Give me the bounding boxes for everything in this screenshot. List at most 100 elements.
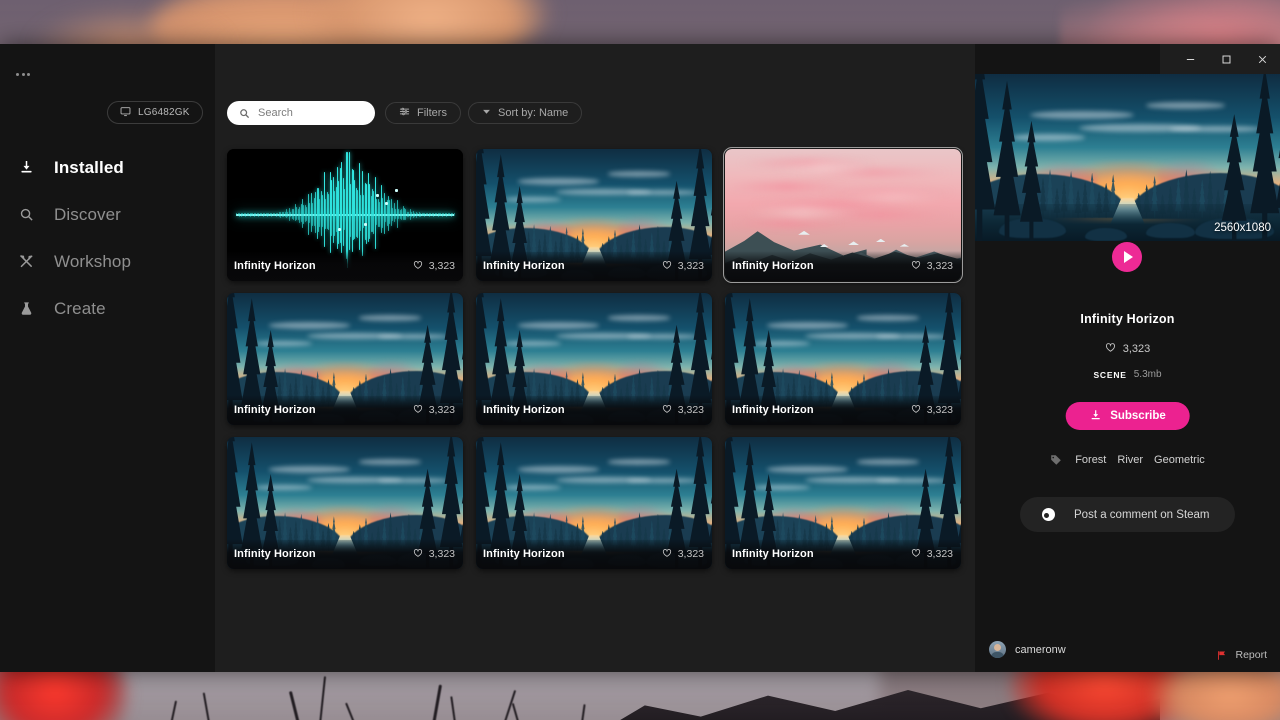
download-icon bbox=[1089, 409, 1101, 424]
resolution-label: 2560x1080 bbox=[1214, 222, 1271, 234]
avatar bbox=[989, 641, 1006, 658]
monitor-label: LG6482GK bbox=[138, 107, 190, 118]
tag-item[interactable]: River bbox=[1117, 454, 1143, 466]
steam-icon bbox=[1042, 508, 1055, 521]
card-likes-count: 3,323 bbox=[677, 548, 704, 560]
sidebar-nav: Installed Discover Workshop Create bbox=[0, 144, 215, 332]
card-info-bar: Infinity Horizon 3,323 bbox=[476, 251, 712, 281]
wallpaper-card[interactable]: Infinity Horizon 3,323 bbox=[227, 149, 463, 281]
card-likes: 3,323 bbox=[662, 404, 704, 417]
sidebar-item-label: Create bbox=[54, 298, 106, 318]
wallpaper-type-label: SCENE bbox=[1093, 369, 1127, 380]
post-comment-button[interactable]: Post a comment on Steam bbox=[1020, 497, 1235, 532]
card-likes-count: 3,323 bbox=[428, 404, 455, 416]
card-likes-count: 3,323 bbox=[926, 404, 953, 416]
heart-icon bbox=[911, 548, 921, 561]
card-likes-count: 3,323 bbox=[926, 260, 953, 272]
wallpaper-card[interactable]: Infinity Horizon 3,323 bbox=[476, 149, 712, 281]
card-title: Infinity Horizon bbox=[483, 260, 565, 272]
tools-icon bbox=[16, 254, 36, 269]
author-info[interactable]: cameronw bbox=[989, 641, 1066, 658]
wallpaper-card[interactable]: Infinity Horizon 3,323 bbox=[725, 293, 961, 425]
card-likes: 3,323 bbox=[911, 404, 953, 417]
sidebar-item-label: Discover bbox=[54, 204, 121, 224]
sidebar-item-discover[interactable]: Discover bbox=[0, 191, 215, 238]
maximize-button[interactable] bbox=[1208, 44, 1244, 74]
report-button[interactable]: Report bbox=[1216, 649, 1267, 661]
wallpaper-card[interactable]: Infinity Horizon 3,323 bbox=[476, 293, 712, 425]
wallpaper-card[interactable]: Infinity Horizon 3,323 bbox=[476, 437, 712, 569]
panel-likes-count: 3,323 bbox=[1122, 343, 1151, 355]
card-likes-count: 3,323 bbox=[677, 260, 704, 272]
search-icon bbox=[239, 108, 250, 119]
filter-icon bbox=[399, 106, 410, 120]
sidebar: LG6482GK Installed Discover Workshop Cre… bbox=[0, 44, 215, 672]
card-likes-count: 3,323 bbox=[926, 548, 953, 560]
sidebar-item-create[interactable]: Create bbox=[0, 285, 215, 332]
wallpaper-card[interactable]: Infinity Horizon 3,323 bbox=[725, 437, 961, 569]
wallpaper-engine-window: LG6482GK Installed Discover Workshop Cre… bbox=[0, 44, 1280, 672]
card-info-bar: Infinity Horizon 3,323 bbox=[227, 539, 463, 569]
window-controls bbox=[1160, 44, 1280, 74]
close-button[interactable] bbox=[1244, 44, 1280, 74]
play-preview-button[interactable] bbox=[1112, 242, 1142, 272]
card-likes: 3,323 bbox=[911, 548, 953, 561]
forest-sunset-artwork bbox=[975, 74, 1280, 241]
heart-icon bbox=[911, 260, 921, 273]
sidebar-item-workshop[interactable]: Workshop bbox=[0, 238, 215, 285]
panel-title: Infinity Horizon bbox=[1080, 312, 1175, 326]
wallpaper-card[interactable]: Infinity Horizon 3,323 bbox=[227, 437, 463, 569]
chevron-down-icon bbox=[482, 107, 491, 119]
sidebar-item-label: Workshop bbox=[54, 251, 132, 271]
panel-metadata: SCENE 5.3mb bbox=[975, 369, 1280, 380]
sort-button[interactable]: Sort by: Name bbox=[468, 102, 583, 124]
monitor-icon bbox=[120, 106, 131, 120]
wallpaper-size-label: 5.3mb bbox=[1133, 369, 1162, 380]
play-icon bbox=[1123, 251, 1133, 263]
download-icon bbox=[16, 160, 36, 175]
filters-button[interactable]: Filters bbox=[385, 102, 461, 124]
monitor-selector-chip[interactable]: LG6482GK bbox=[107, 101, 203, 124]
heart-icon bbox=[413, 548, 423, 561]
overflow-menu-icon[interactable] bbox=[14, 66, 36, 82]
card-info-bar: Infinity Horizon 3,323 bbox=[476, 395, 712, 425]
subscribe-button[interactable]: Subscribe bbox=[1065, 402, 1190, 430]
tag-list: Forest River Geometric bbox=[975, 454, 1280, 466]
flask-icon bbox=[16, 301, 36, 316]
card-likes: 3,323 bbox=[413, 260, 455, 273]
card-info-bar: Infinity Horizon 3,323 bbox=[725, 251, 961, 281]
panel-footer: cameronw Report bbox=[975, 624, 1280, 672]
wallpaper-card[interactable]: Infinity Horizon 3,323 bbox=[723, 147, 963, 283]
heart-icon bbox=[662, 404, 672, 417]
card-likes-count: 3,323 bbox=[428, 548, 455, 560]
heart-icon bbox=[413, 404, 423, 417]
wallpaper-card[interactable]: Infinity Horizon 3,323 bbox=[227, 293, 463, 425]
panel-likes: 3,323 bbox=[975, 342, 1280, 356]
tag-item[interactable]: Geometric bbox=[1154, 454, 1205, 466]
card-info-bar: Infinity Horizon 3,323 bbox=[725, 395, 961, 425]
card-likes: 3,323 bbox=[911, 260, 953, 273]
card-likes: 3,323 bbox=[413, 404, 455, 417]
heart-icon bbox=[1105, 342, 1116, 356]
card-info-bar: Infinity Horizon 3,323 bbox=[725, 539, 961, 569]
content-toolbar: Filters Sort by: Name bbox=[215, 44, 975, 136]
heart-icon bbox=[662, 548, 672, 561]
card-likes: 3,323 bbox=[413, 548, 455, 561]
post-comment-label: Post a comment on Steam bbox=[1074, 508, 1210, 521]
search-box[interactable] bbox=[227, 101, 375, 125]
filters-label: Filters bbox=[417, 107, 447, 119]
tag-item[interactable]: Forest bbox=[1075, 454, 1106, 466]
preview-thumbnail[interactable]: 2560x1080 bbox=[975, 74, 1280, 241]
minimize-button[interactable] bbox=[1172, 44, 1208, 74]
card-info-bar: Infinity Horizon 3,323 bbox=[227, 251, 463, 281]
sort-label: Sort by: Name bbox=[498, 107, 569, 119]
search-input[interactable] bbox=[258, 107, 358, 119]
card-likes: 3,323 bbox=[662, 260, 704, 273]
report-label: Report bbox=[1235, 649, 1267, 661]
card-title: Infinity Horizon bbox=[234, 260, 316, 272]
sidebar-item-installed[interactable]: Installed bbox=[0, 144, 215, 191]
author-name: cameronw bbox=[1015, 643, 1066, 656]
heart-icon bbox=[662, 260, 672, 273]
card-likes-count: 3,323 bbox=[428, 260, 455, 272]
card-likes: 3,323 bbox=[662, 548, 704, 561]
